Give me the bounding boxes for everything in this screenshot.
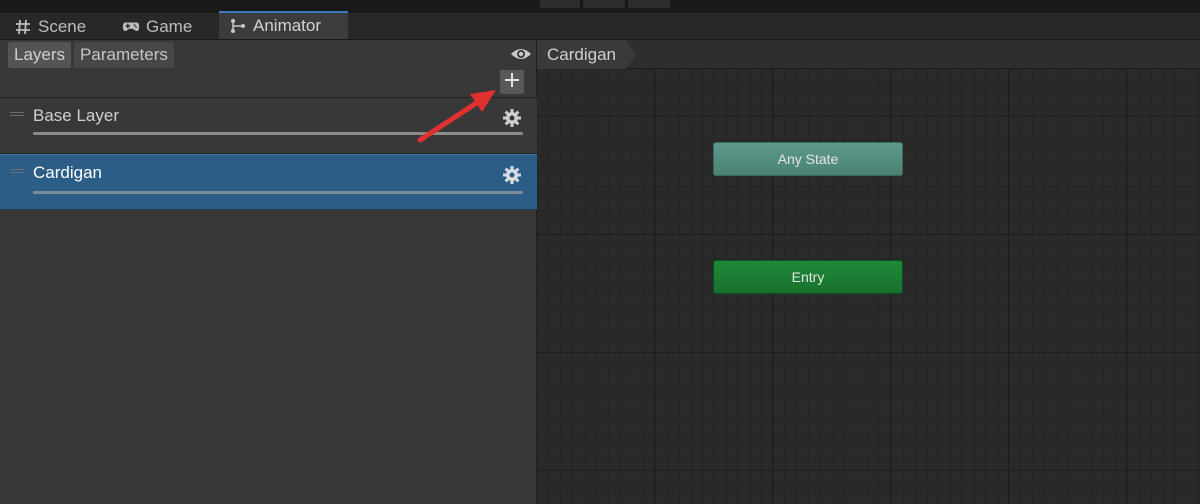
eye-icon[interactable] (510, 45, 532, 63)
drag-handle-icon[interactable] (10, 112, 24, 116)
layer-row-cardigan[interactable]: Cardigan (0, 154, 537, 210)
layer-weight-bar (33, 191, 523, 194)
panel-subtabs: Layers Parameters (8, 42, 174, 68)
tab-game[interactable]: Game (112, 13, 202, 40)
hash-icon (14, 18, 32, 36)
tab-label: Game (146, 16, 193, 36)
annotation-arrow-icon (417, 90, 496, 143)
top-toolbar-strip (0, 0, 1200, 13)
tab-label: Animator (253, 16, 322, 35)
pause-button[interactable] (583, 0, 625, 8)
layer-name: Cardigan (33, 163, 102, 182)
subtab-parameters[interactable]: Parameters (74, 42, 174, 68)
subtab-layers[interactable]: Layers (8, 42, 72, 68)
breadcrumb-item[interactable]: Cardigan (537, 40, 636, 69)
step-button[interactable] (628, 0, 670, 8)
entry-node[interactable]: Entry (713, 260, 903, 294)
breadcrumb: Cardigan (537, 40, 1200, 69)
gear-icon[interactable] (502, 165, 522, 185)
tab-label: Scene (38, 16, 87, 36)
add-layer-button[interactable] (500, 70, 524, 94)
tab-animator[interactable]: Animator (219, 11, 348, 39)
window-tab-bar: Scene Game Animator (0, 11, 1200, 40)
play-button[interactable] (540, 0, 580, 8)
any-state-node[interactable]: Any State (713, 142, 903, 176)
gamepad-icon (122, 18, 140, 36)
animator-icon (229, 17, 247, 35)
layer-name: Base Layer (33, 106, 119, 125)
gear-icon[interactable] (502, 108, 522, 128)
drag-handle-icon[interactable] (10, 169, 24, 173)
plus-icon (504, 72, 520, 93)
tab-scene[interactable]: Scene (4, 13, 96, 40)
